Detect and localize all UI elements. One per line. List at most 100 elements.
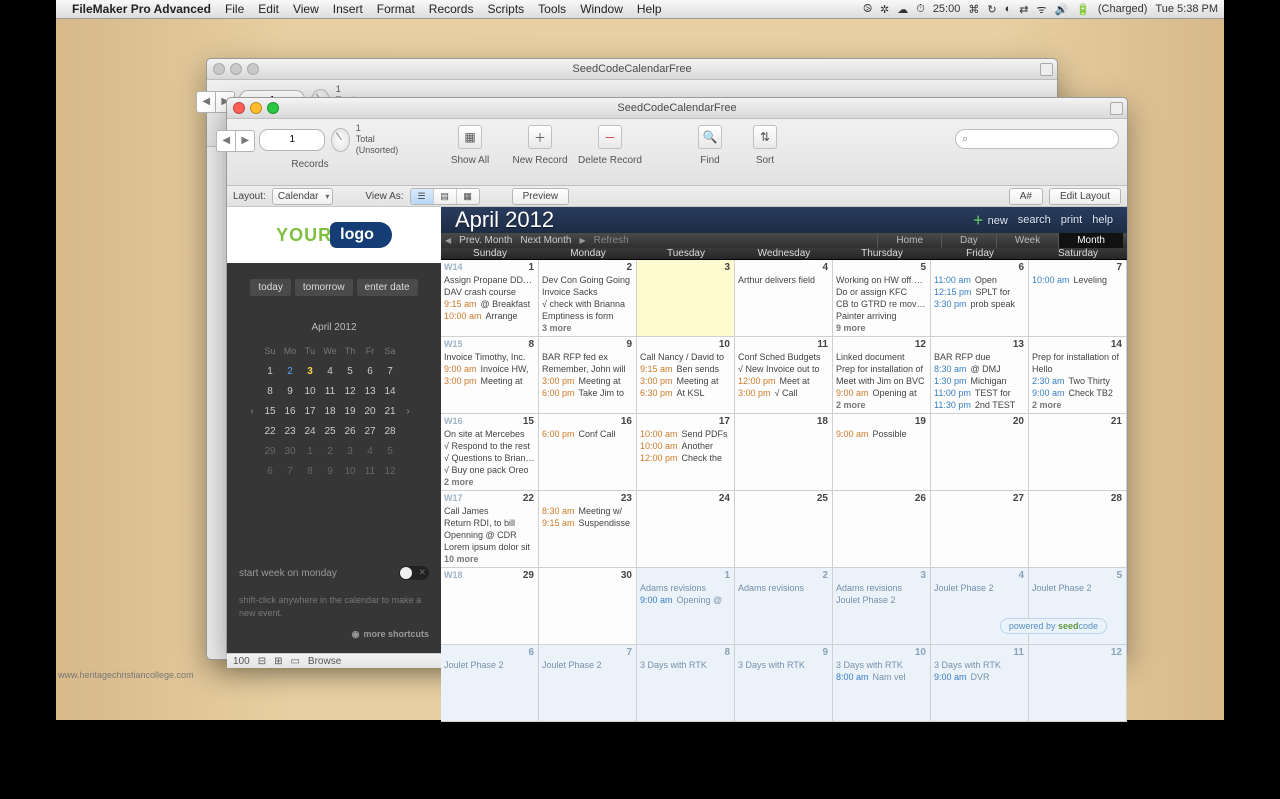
event[interactable]: 10:00 amArrange xyxy=(444,310,535,322)
tomorrow-button[interactable]: tomorrow xyxy=(295,279,353,296)
event[interactable]: Return RDI, to bill xyxy=(444,517,535,529)
mini-day[interactable]: 14 xyxy=(384,386,395,397)
sort-button[interactable]: ⇅Sort xyxy=(745,125,785,166)
mini-day[interactable]: 29 xyxy=(264,446,275,457)
tab-home[interactable]: Home xyxy=(877,233,941,248)
calendar-cell[interactable]: 12Linked documentPrep for installation o… xyxy=(833,337,931,414)
event[interactable]: 12:00 pmCheck the xyxy=(640,452,731,464)
event[interactable]: 9:00 amInvoice HW, xyxy=(444,363,535,375)
calendar-cell[interactable]: 2Adams revisions xyxy=(735,568,833,645)
event[interactable]: 3 Days with RTK xyxy=(836,659,927,671)
mini-day[interactable]: 3 xyxy=(307,366,313,377)
event[interactable]: Joulet Phase 2 xyxy=(444,659,535,671)
event[interactable]: 10:00 amSend PDFs xyxy=(640,428,731,440)
calendar-cell[interactable]: 18 xyxy=(735,414,833,491)
mini-day[interactable]: 7 xyxy=(387,366,393,377)
titlebar-front[interactable]: SeedCodeCalendarFree xyxy=(227,98,1127,119)
menu-edit[interactable]: Edit xyxy=(258,2,279,16)
mini-day[interactable]: 15 xyxy=(264,406,275,417)
resize-icon[interactable] xyxy=(1110,102,1123,115)
mini-day[interactable]: 10 xyxy=(344,466,355,477)
menu-tools[interactable]: Tools xyxy=(538,2,566,16)
edit-layout-button[interactable]: Edit Layout xyxy=(1049,188,1121,205)
mini-day[interactable]: 8 xyxy=(267,386,273,397)
mini-day[interactable]: 9 xyxy=(327,466,333,477)
event[interactable]: √ check with Brianna xyxy=(542,298,633,310)
event[interactable]: 11:00 pmTEST for xyxy=(934,387,1025,399)
calendar-cell[interactable]: 24 xyxy=(637,491,735,568)
print-button[interactable]: print xyxy=(1061,214,1082,226)
show-all-button[interactable]: ▦Show All xyxy=(435,125,505,166)
mini-day[interactable]: 1 xyxy=(267,366,273,377)
mini-day[interactable]: 11 xyxy=(325,386,335,397)
event[interactable]: 3:00 pmMeeting at xyxy=(444,375,535,387)
tab-day[interactable]: Day xyxy=(941,233,996,248)
event[interactable]: 6:00 pmConf Call xyxy=(542,428,633,440)
more-events[interactable]: 2 more xyxy=(444,477,535,487)
calendar-cell[interactable]: 11Conf Sched Budgets√ New Invoice out to… xyxy=(735,337,833,414)
mini-day[interactable]: 30 xyxy=(284,446,295,457)
help-button[interactable]: help xyxy=(1092,214,1113,226)
powered-by-badge[interactable]: powered by seedcode xyxy=(1000,618,1107,634)
calendar-cell[interactable]: 4Arthur delivers field xyxy=(735,260,833,337)
event[interactable]: Assign Propane DDBC xyxy=(444,274,535,286)
chevron-right-icon[interactable]: ▶ xyxy=(579,236,585,245)
calendar-cell[interactable]: 28 xyxy=(1029,491,1127,568)
titlebar-back[interactable]: SeedCodeCalendarFree xyxy=(207,59,1057,80)
event[interactable]: 2:30 amTwo Thirty xyxy=(1032,375,1123,387)
calendar-cell[interactable]: 26 xyxy=(833,491,931,568)
mode-label[interactable]: Browse xyxy=(308,656,341,667)
calendar-cell[interactable]: 1710:00 amSend PDFs10:00 amAnother12:00 … xyxy=(637,414,735,491)
event[interactable]: Adams revisions xyxy=(738,582,829,594)
event[interactable]: 3:30 pmprob speak xyxy=(934,298,1025,310)
mini-day[interactable]: 21 xyxy=(384,406,395,417)
event[interactable]: 6:00 pmTake Jim to xyxy=(542,387,633,399)
mini-day[interactable]: 12 xyxy=(384,466,395,477)
event[interactable]: Conf Sched Budgets xyxy=(738,351,829,363)
event[interactable]: 3:00 pm√ Call xyxy=(738,387,829,399)
event[interactable]: 3:00 pmMeeting at xyxy=(640,375,731,387)
calendar-cell[interactable]: 9BAR RFP fed exRemember, John will3:00 p… xyxy=(539,337,637,414)
event[interactable]: 9:00 amCheck TB2 xyxy=(1032,387,1123,399)
mini-day[interactable]: 20 xyxy=(364,406,375,417)
toolbar-toggle-icon[interactable]: ▭ xyxy=(290,656,299,667)
record-number-input[interactable] xyxy=(259,129,325,151)
mini-day[interactable]: 4 xyxy=(367,446,373,457)
calendar-cell[interactable]: 2Dev Con Going GoingInvoice Sacks√ check… xyxy=(539,260,637,337)
calendar-cell[interactable]: 27 xyxy=(931,491,1029,568)
calendar-cell[interactable]: 166:00 pmConf Call xyxy=(539,414,637,491)
mini-day[interactable]: 12 xyxy=(344,386,355,397)
calendar-cell[interactable]: 25 xyxy=(735,491,833,568)
menu-window[interactable]: Window xyxy=(580,2,623,16)
calendar-cell[interactable]: 22W17Call JamesReturn RDI, to billOpenni… xyxy=(441,491,539,568)
calendar-cell[interactable]: 199:00 amPossible xyxy=(833,414,931,491)
event[interactable]: CB to GTRD re moving xyxy=(836,298,927,310)
event[interactable]: Lorem ipsum dolor sit xyxy=(444,541,535,553)
event[interactable]: Remember, John will xyxy=(542,363,633,375)
calendar-cell[interactable]: 710:00 amLeveling xyxy=(1029,260,1127,337)
calendar-cell[interactable]: 1Adams revisions9:00 amOpening @ xyxy=(637,568,735,645)
event[interactable]: 3 Days with RTK xyxy=(738,659,829,671)
calendar-cell[interactable]: 20 xyxy=(931,414,1029,491)
find-button[interactable]: 🔍Find xyxy=(675,125,745,166)
mini-day[interactable]: 6 xyxy=(367,366,373,377)
calendar-cell[interactable]: 29W18 xyxy=(441,568,539,645)
event[interactable]: 11:30 pm2nd TEST xyxy=(934,399,1025,411)
event[interactable]: BAR RFP fed ex xyxy=(542,351,633,363)
quick-search-input[interactable] xyxy=(955,129,1119,149)
event[interactable]: Invoice Timothy, Inc. xyxy=(444,351,535,363)
refresh-button[interactable]: Refresh xyxy=(594,235,629,246)
event[interactable]: Working on HW off site xyxy=(836,274,927,286)
mini-day[interactable]: 28 xyxy=(384,426,395,437)
calendar-cell[interactable]: 12 xyxy=(1029,645,1127,722)
event[interactable]: 3 Days with RTK xyxy=(640,659,731,671)
menu-help[interactable]: Help xyxy=(637,2,662,16)
prev-month-button[interactable]: Prev. Month xyxy=(459,235,512,246)
menu-view[interactable]: View xyxy=(293,2,319,16)
event[interactable]: 8:00 amNam vel xyxy=(836,671,927,683)
new-record-button[interactable]: ＋New Record xyxy=(505,125,575,166)
mini-next[interactable]: › xyxy=(406,406,409,417)
event[interactable]: Painter arriving xyxy=(836,310,927,322)
event[interactable]: Joulet Phase 2 xyxy=(836,594,927,606)
mini-day[interactable]: 7 xyxy=(287,466,293,477)
